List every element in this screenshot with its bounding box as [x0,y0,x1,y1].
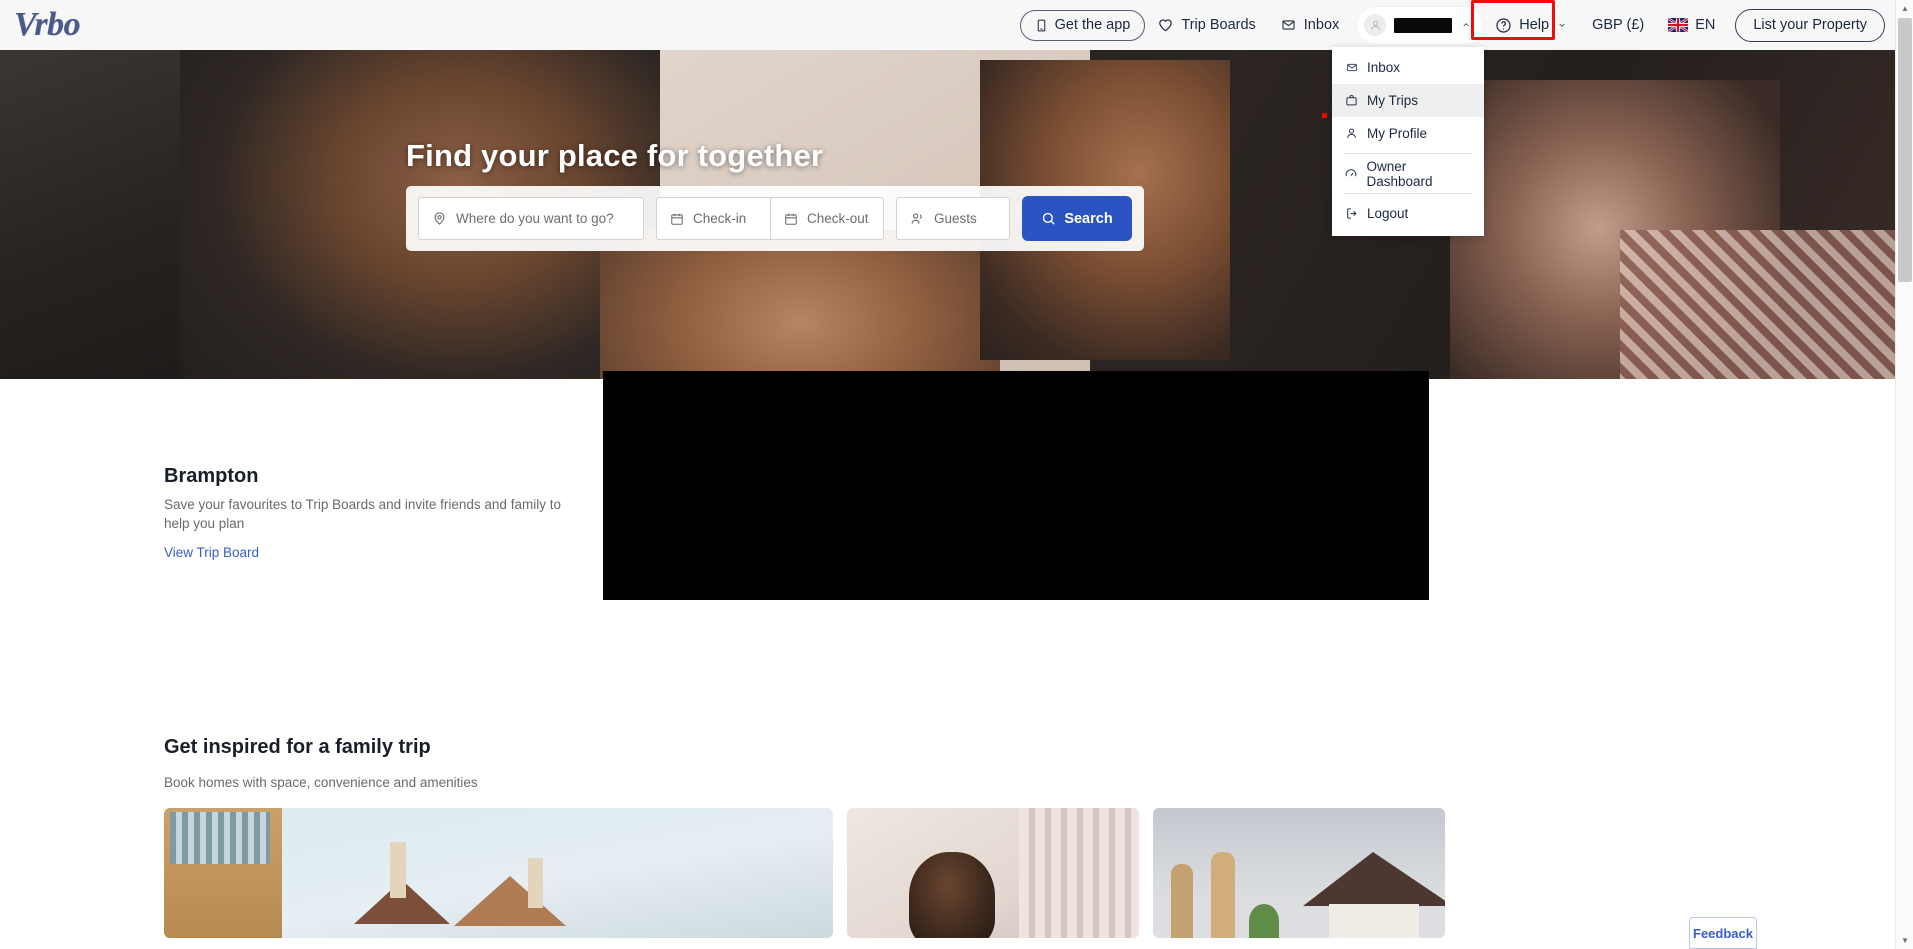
language-label: EN [1695,17,1716,33]
trip-board-title: Brampton [164,465,259,487]
menu-separator [1344,193,1472,194]
site-header: Vrbo Get the app Trip Boards Inbox Help … [0,0,1895,50]
search-bar: Where do you want to go? Check-in Check-… [406,186,1144,251]
get-the-app-label: Get the app [1054,17,1131,33]
feedback-label: Feedback [1693,925,1753,941]
trip-board-description: Save your favourites to Trip Boards and … [164,497,561,532]
checkin-input[interactable]: Check-in [656,197,770,240]
heart-icon [1157,17,1174,33]
guests-label: Guests [934,211,977,226]
family-homes-card[interactable] [1153,808,1445,938]
menu-item-label: Inbox [1367,60,1401,75]
inspire-cards-row [164,808,1445,938]
view-trip-board-link[interactable]: View Trip Board [164,545,259,560]
menu-item-my-profile[interactable]: My Profile [1332,117,1484,150]
checkout-input[interactable]: Check-out [770,197,884,240]
menu-item-label: My Profile [1367,126,1428,141]
menu-item-label: My Trips [1367,93,1419,108]
calendar-icon [670,212,684,226]
menu-separator [1344,153,1472,154]
trip-boards-button[interactable]: Trip Boards [1145,8,1267,42]
guests-input[interactable]: Guests [896,197,1010,240]
menu-item-logout[interactable]: Logout [1332,197,1484,230]
hero-title: Find your place for together [406,138,824,173]
uk-flag-icon [1668,18,1689,32]
guests-icon [910,211,925,226]
menu-item-label: Owner Dashboard [1366,158,1433,189]
map-pin-icon [432,211,447,226]
trip-boards-label: Trip Boards [1181,17,1256,33]
question-circle-icon [1495,17,1512,34]
inbox-button[interactable]: Inbox [1268,8,1351,42]
currency-selector[interactable]: GBP (£) [1580,8,1656,42]
person-icon [1344,127,1359,140]
speedometer-icon [1344,167,1358,180]
get-the-app-button[interactable]: Get the app [1019,9,1146,41]
inbox-label: Inbox [1303,17,1340,33]
search-icon [1041,211,1056,226]
list-your-property-label: List your Property [1753,17,1867,33]
account-menu-button[interactable] [1357,6,1484,44]
chevron-down-icon [1556,21,1568,29]
vrbo-logo[interactable]: Vrbo [14,8,81,42]
logout-icon [1344,207,1359,220]
menu-item-inbox[interactable]: Inbox [1332,51,1484,84]
calendar-icon [784,212,798,226]
envelope-icon [1280,18,1297,32]
inspire-title: Get inspired for a family trip [164,736,431,758]
list-your-property-button[interactable]: List your Property [1735,8,1885,42]
chevron-up-icon [1460,21,1472,29]
account-name-redacted [1394,17,1453,33]
city-homes-card[interactable] [164,808,833,938]
suitcase-icon [1344,94,1359,107]
cursor-marker-dot [1322,113,1327,118]
scrollbar-thumb[interactable] [1898,18,1912,282]
destination-input[interactable]: Where do you want to go? [418,197,644,240]
search-button-label: Search [1064,210,1113,227]
menu-item-label: Logout [1367,206,1409,221]
scroll-up-arrow[interactable]: ▲ [1896,0,1913,17]
menu-item-my-trips[interactable]: My Trips [1332,84,1484,117]
page-scrollbar[interactable]: ▲ ▼ [1895,0,1913,949]
currency-label: GBP (£) [1592,17,1645,33]
destination-placeholder: Where do you want to go? [456,211,614,226]
content-card: Brampton Save your favourites to Trip Bo… [38,371,1895,949]
vrbo-homepage: Find your place for together Where do yo… [0,0,1913,949]
menu-item-owner-dashboard[interactable]: Owner Dashboard [1332,157,1484,190]
language-selector[interactable]: EN [1656,8,1727,42]
hero-banner: Find your place for together Where do yo… [0,50,1895,379]
envelope-icon [1344,62,1359,73]
scroll-down-arrow[interactable]: ▼ [1896,932,1913,949]
account-dropdown-menu: Inbox My Trips My Profile Owner Dashboar… [1332,47,1484,236]
user-avatar-icon [1364,14,1387,36]
mobile-icon [1035,18,1048,33]
checkout-label: Check-out [807,211,869,226]
checkin-label: Check-in [693,211,747,226]
trip-board-map-placeholder[interactable] [603,371,1429,600]
pet-friendly-card[interactable] [847,808,1139,938]
help-label: Help [1519,17,1550,33]
inspire-subtitle: Book homes with space, convenience and a… [164,775,478,790]
help-button[interactable]: Help [1483,8,1580,42]
search-button[interactable]: Search [1022,196,1132,241]
feedback-button[interactable]: Feedback [1689,917,1757,949]
